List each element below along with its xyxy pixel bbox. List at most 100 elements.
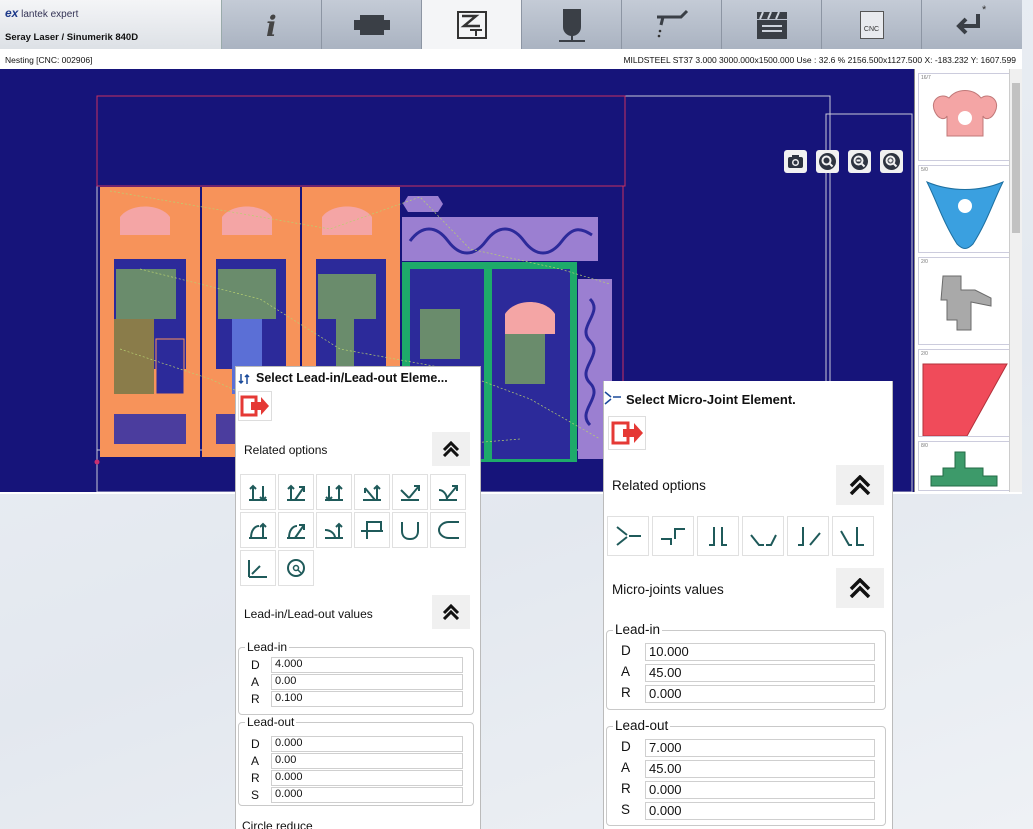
mj-step-icon [661,528,685,545]
microjoint-exit-button[interactable] [608,416,646,450]
parts-list[interactable]: 16/7 5/0 2/0 2/0 8/0 [914,69,1022,492]
mj-leadout-a-field[interactable]: 45.00 [645,760,875,778]
exit-button[interactable] [238,391,272,421]
leadin-option-button[interactable] [278,474,314,510]
microjoint-option-button[interactable] [697,516,739,556]
scrollbar-thumb[interactable] [1012,83,1020,233]
mj-leadout-s-field[interactable]: 0.000 [645,802,875,820]
mode-label: Nesting [CNC: 002906] [5,55,93,65]
leadin-option-button[interactable] [240,474,276,510]
leadin-straight-alt-icon [325,484,343,502]
mj-leadin-a-field[interactable]: 45.00 [645,664,875,682]
leadout-d-field[interactable]: 0.000 [271,736,463,752]
zoom-in-button[interactable] [880,150,903,173]
part-thumbnail[interactable]: 2/0 [918,349,1010,437]
leadin-c-icon [437,521,459,539]
leadin-option-button[interactable] [240,550,276,586]
mj-leadout-d-field[interactable]: 7.000 [645,739,875,757]
leadin-option-button[interactable] [354,474,390,510]
chevron-double-up-icon [442,441,460,457]
main-toolbar: ex lantek expert Seray Laser / Sinumerik… [0,0,1022,49]
leadin-oblique-icon [363,484,381,501]
microjoint-option-button[interactable] [652,516,694,556]
field-label: R [251,771,260,785]
field-label: D [251,737,260,751]
leadin-d-field[interactable]: 4.000 [271,657,463,673]
leadin-option-button[interactable] [278,512,314,548]
mj-leadin-d-field[interactable]: 10.000 [645,643,875,661]
leadin-option-button[interactable] [430,474,466,510]
leadout-r-field[interactable]: 0.000 [271,770,463,786]
leadin-option-button[interactable] [278,550,314,586]
leadin-option-button[interactable] [392,474,428,510]
mj-leadin-r-field[interactable]: 0.000 [645,685,875,703]
leadin-option-button[interactable] [430,512,466,548]
field-label: D [251,658,260,672]
leadin-option-button[interactable] [240,512,276,548]
leadin-angle-icon [287,484,305,501]
microjoint-panel-title: Select Micro-Joint Element. [626,392,796,407]
leadout-a-field[interactable]: 0.00 [271,753,463,769]
mj-related-collapse-button[interactable] [836,465,884,505]
camera-button[interactable] [784,150,807,173]
leadin-option-button[interactable] [316,474,352,510]
leadout-group: Lead-out D 0.000 A 0.00 R 0.000 S 0.000 [238,715,474,806]
field-label: D [621,643,631,658]
field-label: A [251,754,260,768]
field-label: R [621,685,631,700]
part-button[interactable] [322,0,422,49]
nesting-button[interactable] [422,0,522,49]
leadin-straight-icon [249,484,267,502]
field-label: R [621,781,631,796]
mj-leadout-r-field[interactable]: 0.000 [645,781,875,799]
zoom-out-button[interactable] [848,150,871,173]
leadin-option-button[interactable] [316,512,352,548]
machining-button[interactable] [522,0,622,49]
mj-leadin-group-label: Lead-in [613,622,663,637]
camera-icon [788,155,803,168]
leadout-s-field[interactable]: 0.000 [271,787,463,803]
leadin-group-label: Lead-in [245,640,290,654]
info-button[interactable]: i [222,0,322,49]
chevron-double-up-icon [849,578,871,598]
leadin-option-button[interactable] [392,512,428,548]
leadin-group: Lead-in D 4.000 A 0.00 R 0.100 [238,640,474,715]
leadin-panel-title: Select Lead-in/Lead-out Eleme... [256,371,448,385]
microjoint-option-button[interactable] [742,516,784,556]
leadin-r-field[interactable]: 0.100 [271,691,463,707]
part-thumbnail[interactable]: 2/0 [918,257,1010,345]
svg-text:i: i [266,10,277,40]
cutting-head-button[interactable] [622,0,722,49]
zoom-fit-button[interactable] [816,150,839,173]
part-thumbnail[interactable]: 5/0 [918,165,1010,253]
clapperboard-button[interactable] [722,0,822,49]
purple-part-top[interactable] [402,196,598,261]
machining-icon [558,8,585,42]
circle-reduce-label: Circle reduce [242,819,313,829]
mj-related-options-label: Related options [612,478,706,493]
orange-part-1[interactable] [100,187,200,457]
return-button[interactable]: * [922,0,1022,49]
leadin-a-field[interactable]: 0.00 [271,674,463,690]
mj-values-collapse-button[interactable] [836,568,884,608]
mj-leadin-group: Lead-in D 10.000 A 45.00 R 0.000 [606,622,886,710]
cnc-button[interactable]: CNC [822,0,922,49]
microjoint-option-button[interactable] [787,516,829,556]
mj-leadout-group-label: Lead-out [613,718,671,733]
related-options-collapse-button[interactable] [432,432,470,466]
zoom-in-icon [883,153,900,170]
microjoint-panel: Select Micro-Joint Element. Related opti… [603,381,893,829]
parts-scrollbar[interactable] [1009,69,1022,492]
leadin-option-button[interactable] [354,512,390,548]
microjoint-option-button[interactable] [607,516,649,556]
field-label: S [621,802,631,817]
field-label: A [621,760,631,775]
leadin-vee-icon [400,485,420,501]
part-thumbnail[interactable]: 16/7 [918,73,1010,161]
values-collapse-button[interactable] [432,595,470,629]
mj-fork-icon [616,526,641,546]
leadin-flag-icon [361,521,383,539]
field-label: R [251,692,260,706]
part-thumbnail[interactable]: 8/0 [918,441,1010,491]
microjoint-option-button[interactable] [832,516,874,556]
